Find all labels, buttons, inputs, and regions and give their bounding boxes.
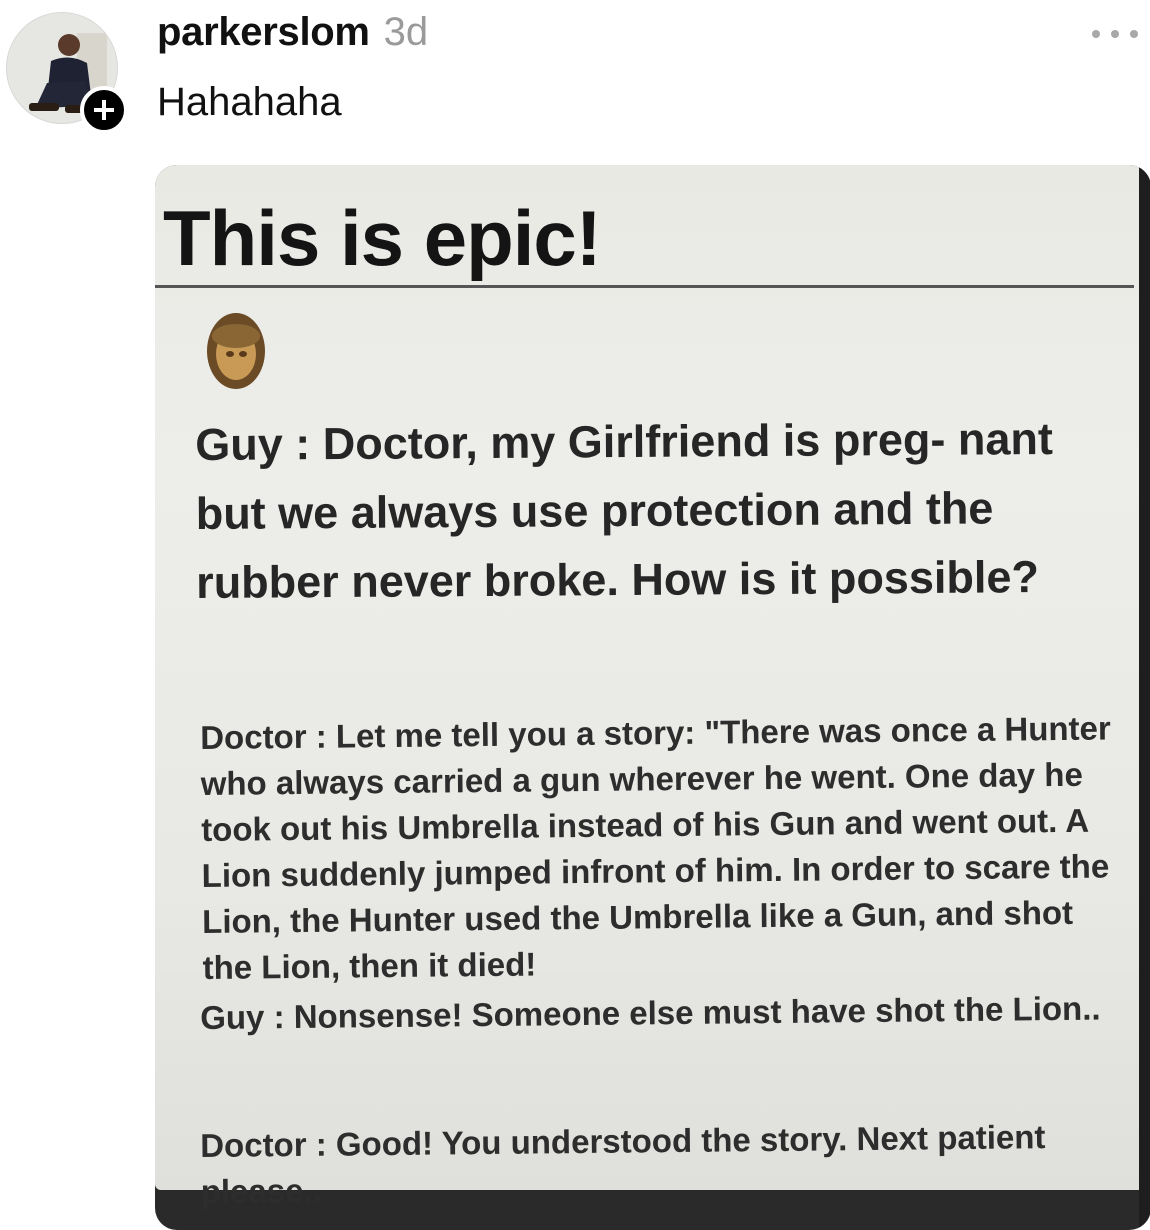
post-image[interactable]: This is epic! Guy : Doctor, my Girlfrien… bbox=[155, 165, 1150, 1230]
post-caption: Hahahaha bbox=[157, 80, 342, 124]
face-avatar-icon bbox=[207, 313, 265, 389]
post-header: parkerslom 3d bbox=[157, 10, 428, 55]
doctor-reply-text: Doctor : Good! You understood the story.… bbox=[200, 1118, 1046, 1210]
more-horizontal-icon[interactable] bbox=[1092, 24, 1138, 44]
image-title: This is epic! bbox=[163, 194, 602, 282]
doctor-story-text: Doctor : Let me tell you a story: "There… bbox=[200, 709, 1111, 986]
post: parkerslom 3d Hahahaha This is epic! Guy… bbox=[0, 0, 1150, 1230]
question-text: Guy : Doctor, my Girlfriend is preg- nan… bbox=[195, 413, 1054, 608]
image-edge bbox=[1139, 165, 1150, 1230]
divider bbox=[155, 285, 1134, 288]
plus-icon bbox=[94, 100, 114, 120]
guy-reply-text: Guy : Nonsense! Someone else must have s… bbox=[200, 989, 1101, 1036]
follow-button[interactable] bbox=[80, 86, 128, 134]
timestamp: 3d bbox=[383, 10, 429, 54]
username[interactable]: parkerslom bbox=[157, 10, 370, 55]
avatar[interactable] bbox=[6, 12, 128, 134]
image-screen: This is epic! Guy : Doctor, my Girlfrien… bbox=[155, 165, 1140, 1210]
